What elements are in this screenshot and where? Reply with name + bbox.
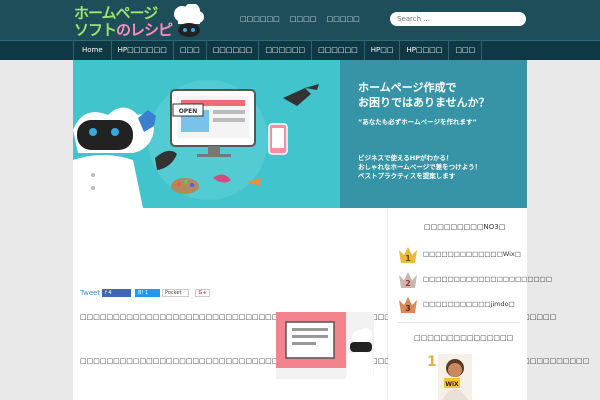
hero-banner[interactable]: OPEN ホームページ作成で お困りではありませんか？ ”あなたも必ずホームペー… [73,60,527,208]
wix-featured-image[interactable]: WiX [438,354,472,400]
sidebar-divider [398,322,520,323]
facebook-share-button[interactable]: f 4 [102,289,131,297]
main-nav: Home HP□□□□□□ □□□ □□□□□□ □□□□□□ □□□□□□ H… [0,40,600,60]
hero-headline-2: お困りではありませんか？ [358,96,490,109]
article-paragraph: □□□□□□□□□□□□□□□□□□□□□□□□□□□□□□□□□□□□□□□□… [80,356,589,367]
nav-item[interactable]: □□□ [449,41,483,60]
top-link[interactable]: □□□□□ [327,15,360,23]
main-content: Tweet f 4 B! 1 Pocket G+ □□□□□□□□□□□□□□□… [73,208,589,400]
hatena-count: 1 [145,290,149,296]
ranking-label: □□□□□□□□□□□□□□□□□□□□□ [423,275,552,283]
ranking-item[interactable]: 3 □□□□□□□□□□□jimdo□ [398,296,523,316]
nav-item[interactable]: □□□□□□ [207,41,260,60]
top-link[interactable]: □□□□□□ [240,15,280,23]
hero-illustration: OPEN [73,80,319,208]
nav-item-home[interactable]: Home [74,41,112,60]
ranking-item[interactable]: 1 □□□□□□□□□□□□□Wix□ [398,246,523,266]
nav-item[interactable]: □□□ [174,41,207,60]
nav-item[interactable]: HP□□□□□□ [112,41,174,60]
crown-icon: 1 [399,247,417,263]
pocket-button[interactable]: Pocket [162,289,189,297]
logo-line-2: ソフトのレシピ [74,19,173,40]
crown-icon: 3 [399,297,417,313]
rank-number: 2 [405,279,411,288]
nav-item[interactable]: □□□□□□ [312,41,365,60]
sidebar-title-2: □□□□□□□□□□□□□□□ [414,334,514,342]
ranking-label: □□□□□□□□□□□□□Wix□ [423,250,521,258]
logo-line-2a: ソフト [74,21,117,39]
hero-bullet: ビジネスで使えるHPがわかる！ [358,154,453,162]
open-sign: OPEN [179,108,198,115]
hero-headline: ホームページ作成で お困りではありませんか？ [358,80,490,110]
crown-icon: 2 [399,272,417,288]
wix-rank-number: 1 [427,354,437,370]
nav-item[interactable]: HP□□□□ [400,41,450,60]
rank-number: 3 [405,304,411,313]
hero-headline-1: ホームページ作成で [358,81,457,94]
site-logo[interactable]: ホームページ ソフトのレシピ [74,2,204,40]
nav-item[interactable]: □□□□□□ [259,41,313,60]
top-link[interactable]: □□□□ [290,15,316,23]
sidebar: □□□□□□□□□NO3□ 1 □□□□□□□□□□□□□Wix□ 2 □□□□… [388,208,552,400]
gplus-button[interactable]: G+ [195,289,210,297]
nav-item[interactable]: HP□□ [365,41,401,60]
facebook-count: 4 [108,290,112,296]
site-header: ホームページ ソフトのレシピ □□□□□□ □□□□ □□□□□ [0,0,600,40]
sidebar-title: □□□□□□□□□NO3□ [424,223,506,231]
chef-hat-icon [174,4,204,37]
ranking-label: □□□□□□□□□□□jimdo□ [423,300,515,308]
tweet-button[interactable]: Tweet [80,289,100,297]
hatena-bookmark-button[interactable]: B! 1 [135,289,160,297]
hero-tagline: ”あなたも必ずホームページを作れます” [358,118,477,126]
rank-number: 1 [405,254,411,263]
ranking-item[interactable]: 2 □□□□□□□□□□□□□□□□□□□□□ [398,271,552,291]
wix-badge-label: WiX [445,381,459,388]
article-paragraph: □□□□□□□□□□□□□□□□□□□□□□□□□□□□□□□□□□□□□□□□… [80,312,556,323]
hero-bullet: ベストプラクティスを提案します [358,172,456,180]
logo-line-2b: のレシピ [116,21,173,39]
top-links: □□□□□□ □□□□ □□□□□ [240,15,368,23]
hero-bullets: ビジネスで使えるHPがわかる！ おしゃれなホームページで差をつけよう！ ベストプ… [358,154,481,181]
article-thumbnail[interactable] [276,312,374,379]
hero-bullet: おしゃれなホームページで差をつけよう！ [358,163,482,171]
search-input[interactable] [390,12,526,26]
